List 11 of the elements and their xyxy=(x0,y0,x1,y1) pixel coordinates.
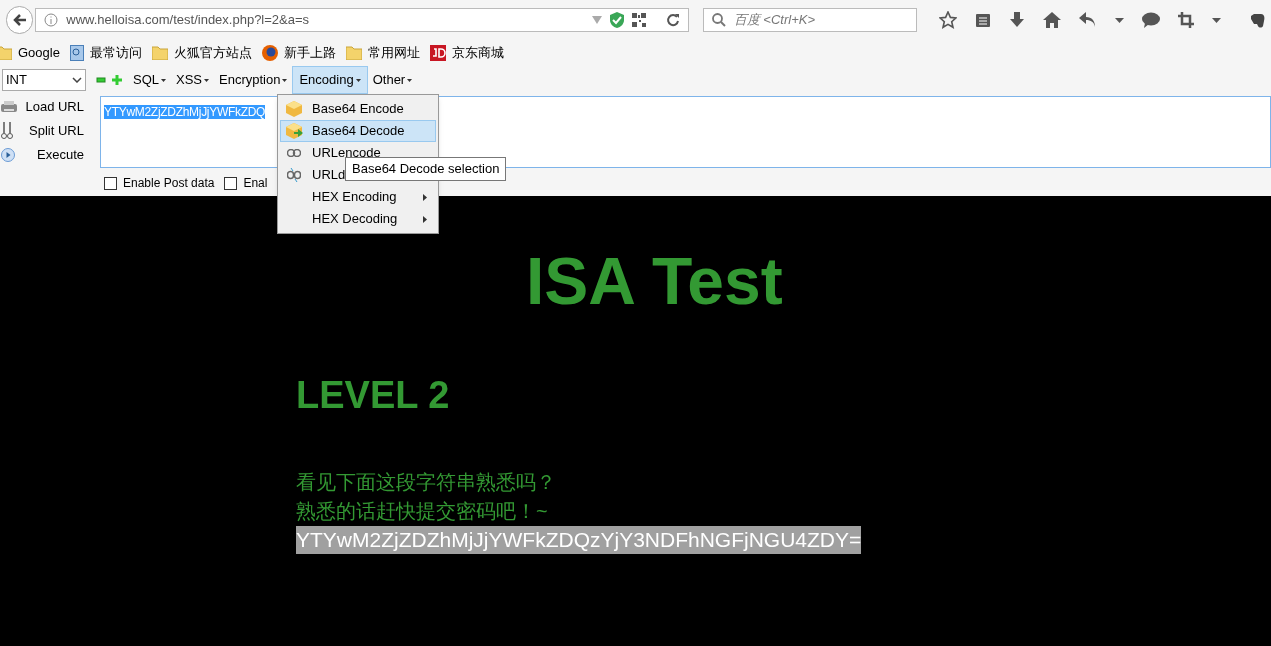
search-placeholder: 百度 <Ctrl+K> xyxy=(733,11,815,30)
selected-text: YTYwM2ZjZDZhMjJjYWFkZDQ xyxy=(104,105,266,119)
message-text: 看见下面这段字符串熟悉吗？ xyxy=(296,470,556,495)
url-text: www.helloisa.com/test/index.php?l=2&a=s xyxy=(66,11,311,30)
level-heading: LEVEL 2 xyxy=(296,376,450,414)
message-text: 熟悉的话赶快提交密码吧！~ xyxy=(296,499,548,524)
encoded-string: YTYwM2ZjZDZhMjJjYWFkZDQzYjY3NDFhNGFjNGU4ZDY= xyxy=(296,526,862,554)
checkbox-label: Enable Post data xyxy=(123,175,215,192)
tooltip: Base64 Decode selection xyxy=(345,157,507,181)
checkbox-label: Enal xyxy=(243,175,268,192)
page-title: ISA Test xyxy=(526,248,784,314)
